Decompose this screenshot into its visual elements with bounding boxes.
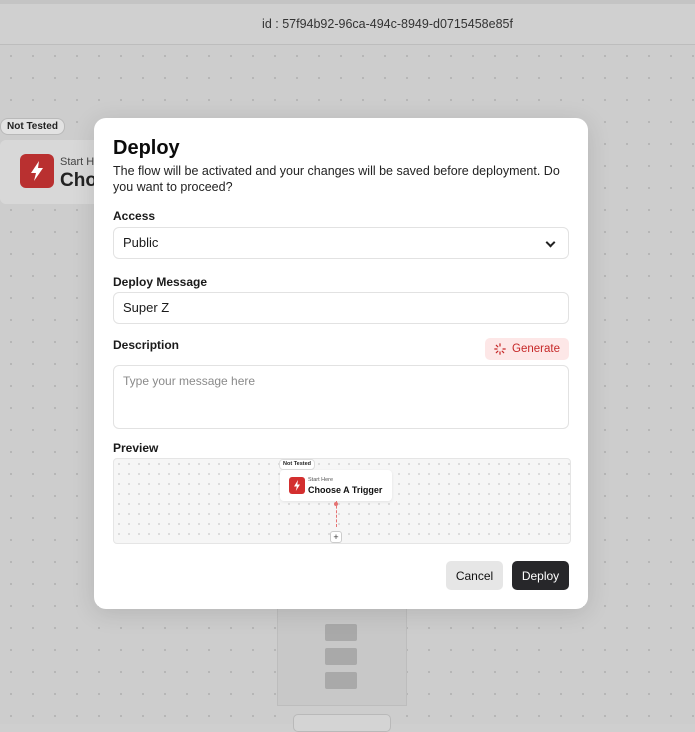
- bolt-icon: [20, 154, 54, 188]
- dialog-title: Deploy: [113, 137, 180, 159]
- preview-trigger-node: Start Here Choose A Trigger: [280, 470, 392, 501]
- preview-label: Preview: [113, 441, 159, 455]
- preview-node-subtitle: Start Here: [308, 477, 334, 483]
- flow-preview: Not Tested Start Here Choose A Trigger +: [113, 458, 571, 544]
- preview-add-step: +: [330, 531, 342, 543]
- preview-connector-dot: [334, 502, 338, 506]
- access-select-value: Public: [123, 235, 159, 250]
- bolt-icon: [289, 477, 305, 494]
- top-bar-edge: [0, 0, 695, 4]
- chevron-down-icon: [545, 237, 556, 248]
- description-label: Description: [113, 338, 180, 352]
- trigger-node-title: Cho: [60, 170, 97, 191]
- deploy-button[interactable]: Deploy: [512, 561, 569, 590]
- preview-node-title: Choose A Trigger: [308, 485, 383, 495]
- dialog-description: The flow will be activated and your chan…: [113, 164, 560, 194]
- minimap-block: [325, 648, 357, 665]
- preview-status-badge: Not Tested: [279, 459, 316, 470]
- access-select[interactable]: Public: [113, 227, 569, 259]
- generate-button[interactable]: Generate: [485, 338, 569, 360]
- description-textarea[interactable]: [113, 365, 569, 429]
- minimap: [277, 608, 407, 706]
- minimap-block: [325, 624, 357, 641]
- deploy-message-value: Super Z: [123, 300, 170, 315]
- cancel-button[interactable]: Cancel: [446, 561, 503, 590]
- minimap-block: [325, 672, 357, 689]
- access-label: Access: [113, 209, 156, 223]
- deploy-message-input[interactable]: Super Z: [113, 292, 569, 324]
- flow-id-label: id : 57f94b92-96ca-494c-8949-d0715458e85…: [262, 17, 513, 31]
- deploy-message-label: Deploy Message: [113, 275, 208, 289]
- generate-button-label: Generate: [512, 343, 560, 355]
- top-bar: id : 57f94b92-96ca-494c-8949-d0715458e85…: [0, 0, 695, 45]
- node-status-badge: Not Tested: [0, 118, 65, 135]
- trigger-node-subtitle: Start H: [60, 156, 95, 168]
- sparkle-loader-icon: [494, 343, 506, 355]
- zoom-controls[interactable]: [293, 714, 391, 732]
- deploy-dialog: Deploy The flow will be activated and yo…: [94, 118, 588, 609]
